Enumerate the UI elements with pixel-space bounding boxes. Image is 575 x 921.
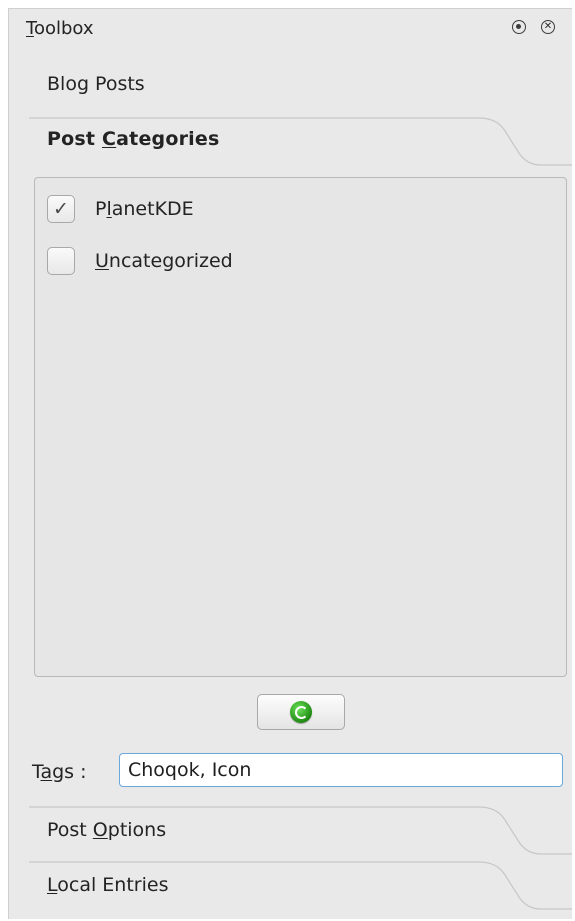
categories-list: ✓ PlanetKDE Uncategorized — [34, 177, 567, 677]
category-label: Uncategorized — [95, 250, 233, 272]
category-item-planetkde[interactable]: ✓ PlanetKDE — [47, 194, 194, 224]
checkmark-icon: ✓ — [53, 198, 69, 220]
category-checkbox-uncategorized[interactable] — [47, 247, 75, 275]
float-window-icon[interactable] — [512, 20, 526, 34]
section-local-entries[interactable]: Local Entries — [47, 874, 168, 896]
section-blog-posts[interactable]: Blog Posts — [47, 73, 145, 95]
toolbox-title: Toolbox — [26, 18, 94, 39]
category-label: PlanetKDE — [95, 198, 194, 220]
close-window-icon[interactable]: ✕ — [541, 20, 555, 34]
section-post-categories[interactable]: Post Categories — [47, 128, 219, 150]
section-post-options[interactable]: Post Options — [47, 819, 166, 841]
toolbox-titlebar: Toolbox ✕ — [9, 9, 572, 47]
category-item-uncategorized[interactable]: Uncategorized — [47, 246, 233, 276]
reload-categories-button[interactable] — [257, 694, 345, 730]
toolbox-panel: Toolbox ✕ Blog Posts Post Categories ✓ P… — [8, 8, 572, 919]
tags-label: Tags : — [32, 761, 87, 783]
tags-input[interactable] — [119, 753, 563, 787]
reload-icon — [290, 701, 312, 723]
category-checkbox-planetkde[interactable]: ✓ — [47, 195, 75, 223]
